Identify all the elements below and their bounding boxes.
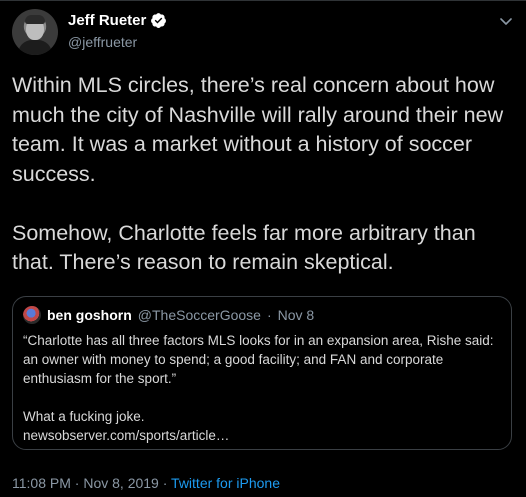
author-handle[interactable]: @jeffrueter	[68, 34, 137, 50]
tweet-source-link[interactable]: Twitter for iPhone	[171, 475, 280, 491]
quoted-author-avatar	[23, 306, 41, 324]
quoted-tweet-header: ben goshorn @TheSoccerGoose · Nov 8	[23, 306, 314, 324]
tweet-date[interactable]: Nov 8, 2019	[83, 475, 159, 491]
tweet-time[interactable]: 11:08 PM	[12, 475, 71, 491]
quoted-separator: ·	[266, 307, 272, 323]
footer-separator-2: ·	[162, 475, 168, 491]
quoted-tweet[interactable]: ben goshorn @TheSoccerGoose · Nov 8 “Cha…	[12, 296, 512, 450]
quoted-date: Nov 8	[277, 307, 315, 323]
footer-separator-1: ·	[74, 475, 80, 491]
author-name-row[interactable]: Jeff Rueter	[68, 12, 167, 29]
quoted-author-display-name: ben goshorn	[47, 307, 132, 323]
verified-badge-icon	[151, 13, 167, 28]
quoted-author-handle: @TheSoccerGoose	[137, 307, 261, 323]
author-avatar[interactable]	[12, 9, 58, 55]
tweet-footer: 11:08 PM · Nov 8, 2019 · Twitter for iPh…	[12, 475, 280, 491]
author-display-name[interactable]: Jeff Rueter	[68, 12, 146, 29]
quoted-tweet-text: “Charlotte has all three factors MLS loo…	[23, 333, 494, 443]
tweet-text: Within MLS circles, there’s real concern…	[12, 73, 504, 274]
chevron-down-icon[interactable]	[498, 13, 514, 29]
tweet-card: Jeff Rueter @jeffrueter Within MLS circl…	[0, 0, 526, 497]
